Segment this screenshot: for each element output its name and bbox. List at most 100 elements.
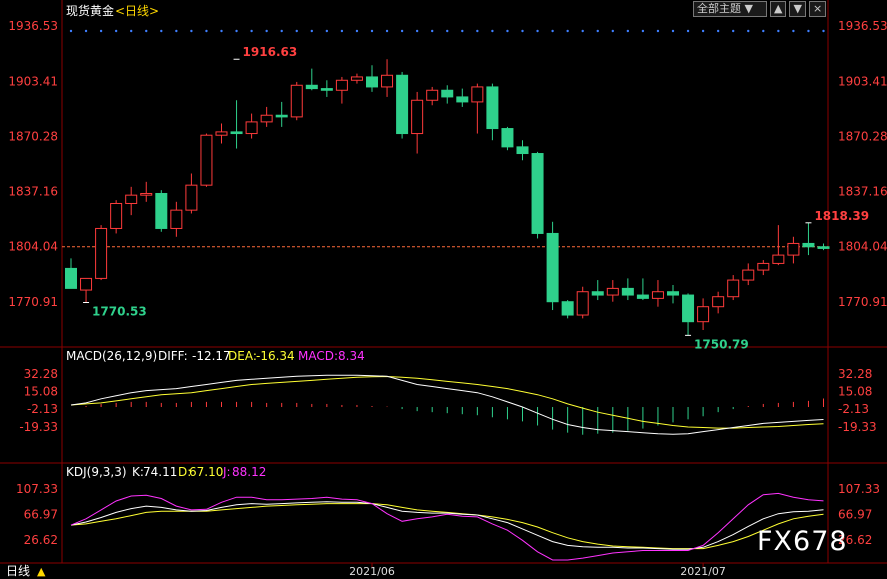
candle [185, 173, 198, 214]
candle [170, 201, 183, 237]
marker-dot [385, 29, 389, 33]
candle [621, 278, 634, 301]
kdj-tick-left: 107.33 [16, 482, 58, 496]
chart-canvas: 现货黄金 <日线> 1936.53 1936.53 1903.41 1903.41 18… [0, 0, 887, 578]
scroll-down-button[interactable]: ▼ [789, 1, 806, 17]
kdj-panel: 107.33 107.3366.97 66.9726.62 26.62 [16, 482, 880, 561]
marker-dot [370, 29, 374, 33]
marker-dot [446, 29, 449, 33]
candle [471, 83, 484, 134]
chart-symbol: 现货黄金 [66, 3, 114, 18]
candle [110, 200, 123, 234]
macd-title: MACD(26,12,9) [66, 349, 157, 363]
candle [486, 83, 499, 141]
candle [335, 76, 348, 104]
candle [215, 123, 228, 144]
close-button[interactable]: × [808, 1, 827, 17]
candle-body-up [110, 202, 123, 229]
candle [320, 80, 333, 97]
macd-tick-right: 32.28 [838, 367, 872, 381]
candle-body-down [501, 128, 514, 148]
candle-body-down [486, 86, 499, 130]
marker-dot [506, 29, 509, 33]
price-tick-right: 1804.04 [838, 240, 887, 254]
marker-dot [807, 29, 810, 33]
candle-body-up [215, 131, 228, 136]
dea-line [70, 375, 824, 429]
candle-body-down [682, 294, 695, 323]
candle-body-up [787, 242, 800, 256]
diff-line [70, 374, 824, 435]
marker-dot [491, 29, 494, 33]
candle [245, 113, 258, 139]
kdj-tick-left: 66.97 [24, 507, 58, 521]
marker-dot [145, 29, 148, 33]
period-tab-arrow-icon[interactable]: ▲ [37, 565, 46, 578]
candle-body-down [546, 232, 559, 303]
price-tick-left: 1804.04 [8, 240, 58, 254]
macd-panel: 32.28 32.28 15.08 15.08 -2.13 -2.13 -19.33 -19.… [19, 367, 877, 435]
price-tick-right: 1870.28 [838, 129, 887, 143]
topic-select[interactable]: 全部主题 ▼ [693, 1, 767, 17]
kdj-j-label: J: [222, 465, 231, 479]
candle [456, 88, 469, 107]
marker-dot [581, 29, 584, 33]
macd-tick-right: -2.13 [838, 402, 869, 416]
price-annotation: 1750.79 [694, 337, 749, 351]
candle-body-down [275, 114, 288, 118]
candle [501, 126, 514, 151]
marker-dot [205, 29, 208, 33]
marker-dot [175, 29, 178, 33]
date-axis: 2021/06 2021/07 [349, 563, 726, 578]
candle-body-up [260, 114, 273, 123]
price-annotation: 1818.39 [814, 209, 869, 223]
candle-body-up [651, 291, 664, 299]
candle-body-down [621, 287, 634, 296]
kdj-k-value: 74.11 [143, 465, 177, 479]
price-tick-right: 1903.41 [838, 74, 887, 88]
scroll-up-button[interactable]: ▲ [770, 1, 787, 17]
candle-body-down [667, 291, 679, 296]
macd-dea-label: DEA: [228, 349, 257, 363]
macd-dea-value: -16.34 [256, 349, 295, 363]
chart-toolbar: 全部主题 ▼ ▲ ▼ × [693, 1, 827, 17]
marker-dot [686, 29, 690, 33]
candle-body-down [531, 153, 544, 234]
candle-body-up [381, 74, 394, 88]
candle [230, 100, 243, 149]
candle-body-down [65, 267, 77, 289]
marker-dot [551, 29, 554, 33]
candle [667, 285, 679, 304]
marker-dot [536, 29, 539, 33]
candle [802, 222, 815, 256]
candle-body-down [636, 294, 649, 299]
price-tick-left: 1903.41 [8, 74, 58, 88]
marker-dot [596, 29, 599, 33]
kdj-tick-right: 66.97 [838, 507, 872, 521]
price-tick-right: 1936.53 [838, 19, 887, 33]
marker-dot [431, 29, 434, 33]
period-tab-label[interactable]: 日线 [6, 564, 30, 578]
candle-body-down [155, 192, 168, 229]
chevron-down-icon: ▼ [744, 2, 753, 15]
candle [651, 280, 664, 307]
candle-body-up [290, 84, 303, 118]
macd-tick-left: -2.13 [27, 402, 58, 416]
marker-dot [280, 29, 283, 33]
candlestick-series [65, 59, 830, 336]
candle [757, 260, 770, 276]
marker-dot [521, 29, 524, 33]
candle [697, 298, 710, 331]
kdj-k-line [70, 501, 824, 550]
candle [742, 263, 755, 286]
kdj-j-value: 88.12 [232, 465, 266, 479]
candle-body-up [757, 262, 770, 271]
candle-body-down [561, 301, 574, 316]
candle [727, 275, 740, 301]
candle [576, 286, 589, 319]
candle-body-up [185, 184, 198, 211]
candle [546, 221, 559, 311]
macd-macd-label: MACD: [298, 349, 338, 363]
marker-dot [130, 29, 133, 33]
candle [531, 151, 544, 239]
